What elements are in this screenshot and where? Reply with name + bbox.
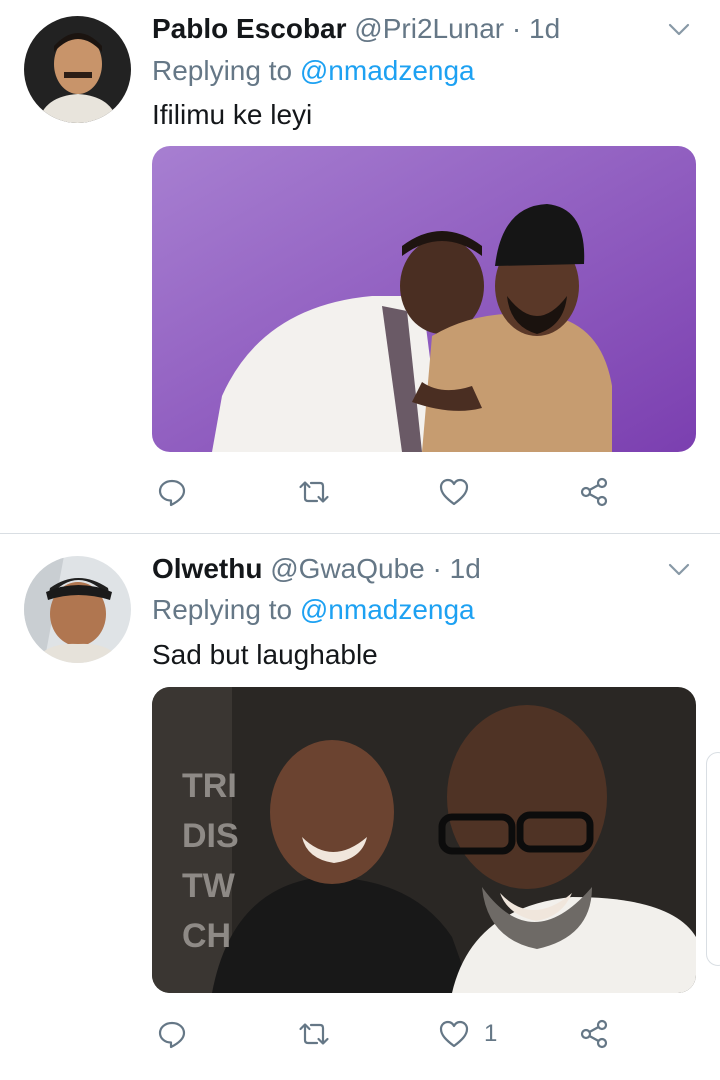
- like-count: 1: [484, 1020, 498, 1047]
- tweet-actions: 1: [152, 1012, 696, 1056]
- replying-to: Replying to @nmadzenga: [152, 54, 475, 88]
- separator: ·: [432, 553, 442, 584]
- replying-prefix: Replying to: [152, 55, 293, 86]
- tweet-header: Olwethu @GwaQube · 1d: [152, 552, 481, 586]
- svg-text:CH: CH: [182, 917, 231, 955]
- display-name[interactable]: Pablo Escobar: [152, 13, 347, 44]
- replying-to: Replying to @nmadzenga: [152, 593, 475, 627]
- mention-link[interactable]: @nmadzenga: [300, 55, 475, 86]
- replying-prefix: Replying to: [152, 594, 293, 625]
- tweet-photo[interactable]: [152, 146, 696, 452]
- retweet-icon: [299, 1023, 329, 1045]
- timestamp[interactable]: 1d: [529, 13, 560, 44]
- user-handle[interactable]: @Pri2Lunar: [354, 13, 504, 44]
- tweet[interactable]: Pablo Escobar @Pri2Lunar · 1d Replying t…: [0, 0, 720, 534]
- share-icon: [580, 1019, 608, 1049]
- retweet-icon: [299, 481, 329, 503]
- share-button[interactable]: [578, 1012, 610, 1056]
- timestamp[interactable]: 1d: [450, 553, 481, 584]
- like-icon: [439, 1020, 469, 1048]
- like-icon: [439, 478, 469, 506]
- tweet-text: Ifilimu ke leyi: [152, 99, 313, 130]
- reply-button[interactable]: [156, 1012, 188, 1056]
- like-button[interactable]: 1: [438, 1012, 497, 1056]
- chevron-down-icon[interactable]: [666, 16, 692, 42]
- tweet-header: Pablo Escobar @Pri2Lunar · 1d: [152, 12, 560, 46]
- tweet-photo[interactable]: TRI DIS TW CH: [152, 687, 696, 993]
- reply-icon: [158, 1021, 186, 1049]
- chevron-down-icon[interactable]: [666, 556, 692, 582]
- avatar[interactable]: [24, 556, 131, 663]
- retweet-button[interactable]: [298, 470, 330, 514]
- share-button[interactable]: [578, 470, 610, 514]
- svg-text:TRI: TRI: [182, 767, 237, 805]
- svg-text:DIS: DIS: [182, 817, 239, 855]
- avatar[interactable]: [24, 16, 131, 123]
- tweet-actions: [152, 470, 696, 514]
- user-handle[interactable]: @GwaQube: [270, 553, 425, 584]
- reply-button[interactable]: [156, 470, 188, 514]
- display-name[interactable]: Olwethu: [152, 553, 262, 584]
- svg-text:TW: TW: [182, 867, 236, 905]
- separator: ·: [511, 13, 522, 44]
- like-button[interactable]: [438, 470, 484, 514]
- reply-icon: [158, 479, 186, 507]
- scroll-indicator[interactable]: [706, 752, 720, 966]
- tweet-text: Sad but laughable: [152, 639, 378, 670]
- tweet[interactable]: Olwethu @GwaQube · 1d Replying to @nmadz…: [0, 534, 720, 1080]
- retweet-button[interactable]: [298, 1012, 330, 1056]
- share-icon: [580, 477, 608, 507]
- mention-link[interactable]: @nmadzenga: [300, 594, 475, 625]
